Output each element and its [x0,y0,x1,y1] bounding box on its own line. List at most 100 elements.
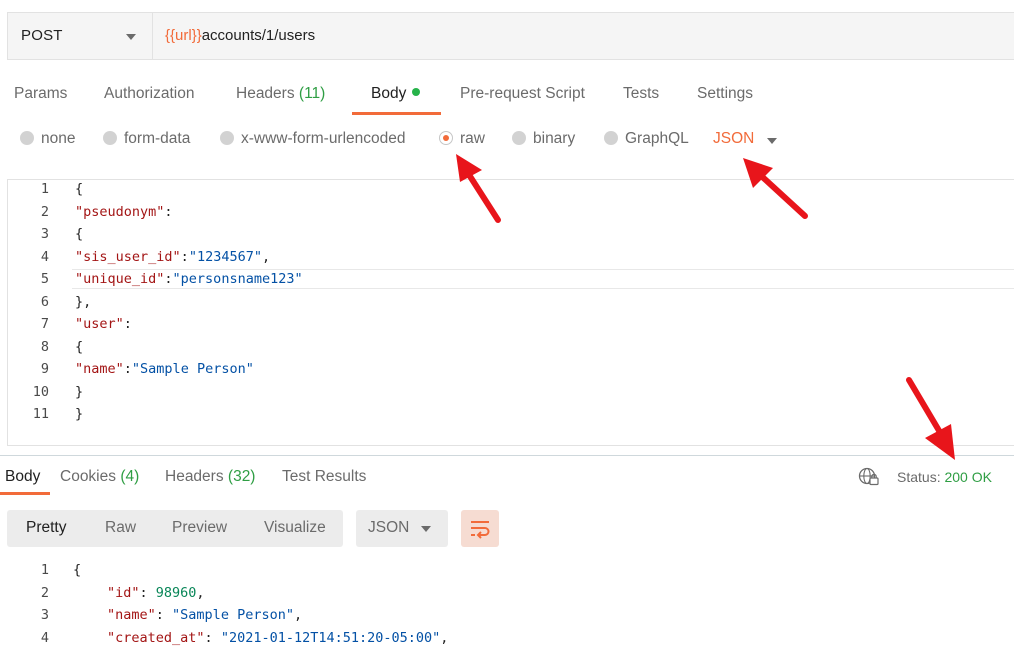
globe-lock-icon[interactable] [858,467,880,487]
code-line: 7 "user": [27,316,132,332]
chevron-down-icon [421,526,431,532]
response-tab-cookies[interactable]: Cookies (4) [60,468,139,486]
line-number: 3 [40,607,49,623]
code-text: "id": 98960, [107,585,205,601]
code-line: 4 "created_at": "2021-01-12T14:51:20-05:0… [27,629,449,646]
radio-button [220,131,234,145]
code-line: 1{ [27,181,83,197]
tab-headers[interactable]: Headers (11) [236,85,325,103]
json-punctuation: : [204,629,221,646]
json-value: "personsname123" [172,271,303,287]
code-text: { [75,226,83,242]
line-number: 3 [40,226,49,242]
view-mode-preview[interactable]: Preview [172,519,227,537]
tab-params[interactable]: Params [14,85,67,103]
line-number: 8 [40,338,49,355]
response-status: Status: 200 OK [897,469,992,485]
raw-format-select[interactable]: JSON [713,130,754,148]
radio-button [20,131,34,145]
line-number: 4 [40,248,49,265]
line-number: 1 [40,181,49,197]
json-key: "user" [75,316,124,332]
code-text: } [75,406,83,422]
view-mode-selector: Pretty Raw Preview Visualize [7,510,343,547]
json-key: "id" [107,584,140,601]
json-key: "pseudonym" [75,203,165,220]
json-punctuation: } [75,406,84,422]
radio-none[interactable]: none [20,130,75,148]
json-value: "Sample Person" [172,607,294,623]
code-text: "pseudonym": [75,204,173,220]
json-punctuation: { [75,338,84,355]
method-select[interactable]: POST [8,13,153,59]
radio-x-www-form-urlencoded[interactable]: x-www-form-urlencoded [220,130,406,148]
tab-tests[interactable]: Tests [623,85,659,103]
line-number: 2 [40,203,49,220]
body-modified-dot [412,88,421,96]
code-line: 3{ [27,226,83,242]
json-punctuation: , [293,607,303,623]
json-punctuation: : [180,248,189,265]
radio-button-selected [439,131,453,145]
response-tab-body[interactable]: Body [5,468,40,486]
response-format-label: JSON [368,519,410,536]
code-line: 2 "pseudonym": [27,203,173,220]
code-line: 10} [27,384,83,400]
view-mode-visualize[interactable]: Visualize [264,519,326,537]
view-mode-pretty[interactable]: Pretty [26,519,66,537]
tab-body[interactable]: Body [371,85,421,103]
json-punctuation: , [196,584,205,601]
status-value: 200 OK [944,469,992,485]
code-text: { [75,339,83,355]
radio-raw[interactable]: raw [439,130,485,148]
url-path: accounts/1/users [201,27,316,44]
radio-button [512,131,526,145]
radio-binary[interactable]: binary [512,130,575,148]
json-punctuation: : [164,271,173,287]
radio-graphql[interactable]: GraphQL [604,130,689,148]
url-input[interactable]: {{url}}accounts/1/users [165,27,315,44]
json-punctuation: : [164,203,173,220]
response-tab-headers[interactable]: Headers (32) [165,468,255,486]
json-punctuation: , [440,629,449,646]
radio-button [604,131,618,145]
view-mode-raw[interactable]: Raw [105,519,136,537]
pane-divider[interactable] [0,455,1014,456]
json-value: "2021-01-12T14:51:20-05:00" [220,629,441,646]
code-text: { [73,562,81,578]
json-punctuation: } [75,383,84,400]
json-punctuation: : [123,316,132,332]
headers-count: (11) [298,85,326,102]
code-line: 5 "unique_id":"personsname123" [27,271,303,287]
code-line: 6}, [27,294,91,310]
tab-pre-request-script[interactable]: Pre-request Script [460,85,585,103]
json-key: "sis_user_id" [75,248,181,265]
active-tab-underline [352,112,441,115]
line-number: 4 [40,629,49,646]
tab-authorization[interactable]: Authorization [104,85,194,103]
json-value: 98960 [155,584,197,601]
json-punctuation: : [155,607,173,623]
chevron-down-icon[interactable] [767,138,777,144]
chevron-down-icon [126,34,136,40]
code-line: 9 "name":"Sample Person" [27,361,254,377]
code-text: "name":"Sample Person" [75,361,254,377]
response-format-select[interactable]: JSON [356,510,448,547]
wrap-lines-button[interactable] [461,510,499,547]
code-text: "user": [75,316,132,332]
code-text: { [75,181,83,197]
json-punctuation: : [139,584,156,601]
json-punctuation: { [75,226,84,242]
annotation-arrow [906,377,955,460]
line-number: 5 [40,271,49,287]
json-punctuation: }, [75,293,92,310]
request-bar: POST {{url}}accounts/1/users [7,12,1014,60]
line-number: 2 [40,584,49,601]
json-punctuation: { [73,562,82,578]
tab-settings[interactable]: Settings [697,85,753,103]
url-variable: {{url}} [165,27,202,44]
response-tab-test-results[interactable]: Test Results [282,468,366,486]
wrap-lines-icon [471,521,490,539]
code-text: "unique_id":"personsname123" [75,271,303,287]
radio-form-data[interactable]: form-data [103,130,190,148]
